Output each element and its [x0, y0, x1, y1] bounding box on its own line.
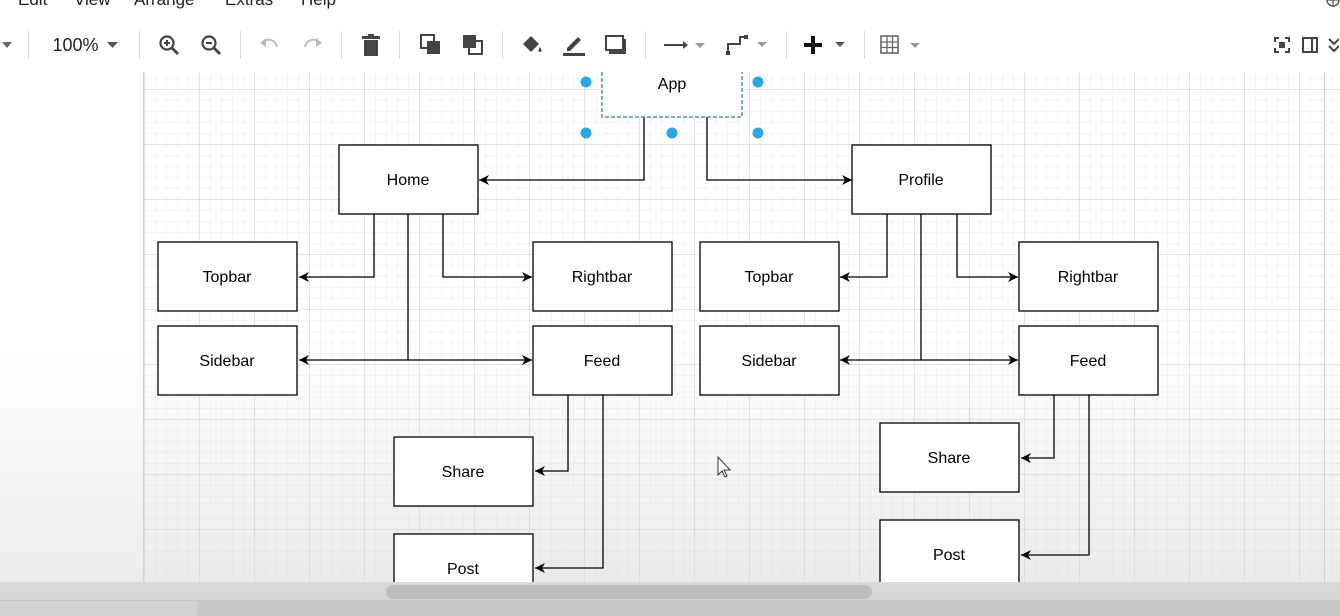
- node-label: Feed: [584, 353, 620, 370]
- node-label: Share: [928, 450, 971, 467]
- resize-handle-bottom-right[interactable]: [752, 127, 764, 139]
- mouse-cursor-icon: [717, 455, 732, 478]
- node-home-topbar[interactable]: Topbar: [157, 241, 298, 312]
- window-scrollbar-thumb[interactable]: [0, 601, 197, 616]
- window-scrollbar[interactable]: [0, 600, 1340, 616]
- edge-home-feed-share[interactable]: [535, 395, 569, 476]
- edge-app-home[interactable]: [479, 117, 645, 185]
- node-label: Home: [387, 172, 430, 189]
- edge-profile-feed-share[interactable]: [1021, 395, 1055, 463]
- node-home-sidebar[interactable]: Sidebar: [157, 325, 298, 396]
- edge-app-profile[interactable]: [706, 117, 852, 185]
- edge-profile-topbar[interactable]: [840, 214, 888, 282]
- node-profile[interactable]: Profile: [851, 144, 992, 215]
- node-label: Rightbar: [572, 269, 633, 286]
- node-label: Topbar: [203, 269, 253, 286]
- resize-handle-left[interactable]: [580, 76, 592, 88]
- node-home[interactable]: Home: [338, 144, 479, 215]
- node-label: Rightbar: [1058, 269, 1119, 286]
- node-label: Post: [933, 547, 966, 564]
- node-profile-sidebar[interactable]: Sidebar: [699, 325, 840, 396]
- node-label: Sidebar: [741, 353, 797, 370]
- node-app[interactable]: App: [601, 48, 743, 118]
- node-label: Post: [447, 561, 480, 578]
- edge-home-topbar[interactable]: [299, 214, 375, 282]
- node-label: Topbar: [745, 269, 795, 286]
- node-profile-rightbar[interactable]: Rightbar: [1018, 241, 1159, 312]
- node-profile-topbar[interactable]: Topbar: [699, 241, 840, 312]
- node-home-post[interactable]: Post: [393, 533, 534, 582]
- edge-home-feed-post[interactable]: [535, 395, 604, 573]
- node-profile-post[interactable]: Post: [879, 519, 1020, 582]
- node-profile-feed[interactable]: Feed: [1018, 325, 1159, 396]
- edge-profile-rightbar[interactable]: [956, 214, 1018, 282]
- node-home-rightbar[interactable]: Rightbar: [532, 241, 673, 312]
- horizontal-scrollbar-thumb[interactable]: [386, 585, 872, 599]
- edge-home-sidebar[interactable]: [299, 214, 409, 365]
- edge-home-rightbar[interactable]: [442, 214, 532, 282]
- node-label: Profile: [898, 172, 943, 189]
- edge-profile-sidebar[interactable]: [840, 214, 922, 365]
- node-label: Sidebar: [199, 353, 255, 370]
- node-home-feed[interactable]: Feed: [532, 325, 673, 396]
- node-label: Feed: [1070, 353, 1106, 370]
- diagram: App Home Profile Topbar Rightbar Sidebar…: [157, 48, 1159, 582]
- node-label: App: [658, 76, 687, 93]
- edge-profile-feed-post[interactable]: [1021, 395, 1090, 560]
- node-home-share[interactable]: Share: [393, 436, 534, 507]
- node-profile-share[interactable]: Share: [879, 422, 1020, 493]
- node-label: Share: [442, 464, 485, 481]
- resize-handle-bottom-left[interactable]: [580, 127, 592, 139]
- resize-handle-bottom[interactable]: [666, 127, 678, 139]
- resize-handle-right[interactable]: [752, 76, 764, 88]
